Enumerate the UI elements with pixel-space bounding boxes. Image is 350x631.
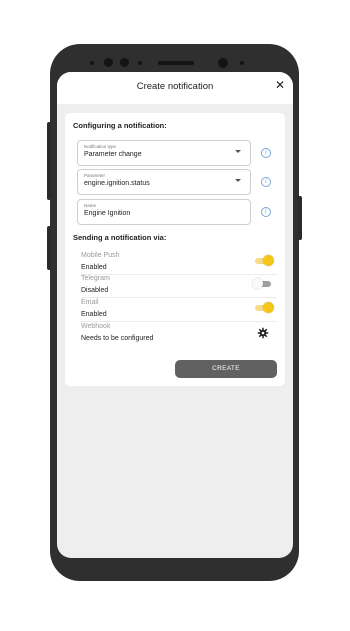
channel-status: Needs to be configured bbox=[81, 335, 154, 342]
phone-sensor-dot bbox=[90, 61, 94, 65]
field-value: Parameter change bbox=[84, 151, 142, 158]
close-icon[interactable]: ✕ bbox=[273, 78, 287, 92]
email-toggle[interactable] bbox=[255, 302, 274, 313]
field-value: Engine Ignition bbox=[84, 210, 131, 217]
sending-section-title: Sending a notification via: bbox=[73, 233, 167, 242]
chevron-down-icon bbox=[235, 179, 241, 182]
notification-type-select[interactable]: Notification type Parameter change bbox=[77, 140, 251, 166]
phone-camera bbox=[104, 58, 113, 67]
name-input[interactable]: Name Engine Ignition bbox=[77, 199, 251, 225]
field-label: Name bbox=[84, 203, 97, 208]
channel-mobile-push: Mobile Push Enabled bbox=[81, 252, 277, 275]
parameter-select[interactable]: Parameter engine.ignition.status bbox=[77, 169, 251, 195]
channel-status: Enabled bbox=[81, 311, 107, 318]
field-label: Parameter bbox=[84, 173, 106, 178]
phone-volume-button bbox=[47, 122, 51, 200]
phone-top-bar bbox=[90, 57, 258, 69]
channel-webhook: Webhook Needs to be configured bbox=[81, 323, 277, 345]
phone-camera bbox=[120, 58, 129, 67]
phone-side-button bbox=[47, 226, 51, 270]
field-value: engine.ignition.status bbox=[84, 180, 150, 187]
chevron-down-icon bbox=[235, 150, 241, 153]
phone-front-camera bbox=[218, 58, 228, 68]
phone-speaker bbox=[158, 61, 194, 65]
create-button[interactable]: CREATE bbox=[175, 360, 277, 378]
cog-icon[interactable] bbox=[257, 327, 269, 339]
channel-email: Email Enabled bbox=[81, 299, 277, 322]
telegram-toggle[interactable] bbox=[252, 278, 271, 289]
app-screen: Create notification ✕ Configuring a noti… bbox=[57, 72, 293, 558]
page-title: Create notification bbox=[136, 81, 214, 92]
notification-form-card: Configuring a notification: Notification… bbox=[65, 113, 285, 386]
toggle-knob bbox=[252, 278, 263, 289]
modal-header: Create notification ✕ bbox=[57, 72, 293, 104]
channel-name: Telegram bbox=[81, 275, 110, 282]
phone-sensor-dot bbox=[240, 61, 244, 65]
mobile-push-toggle[interactable] bbox=[255, 255, 274, 266]
configure-section-title: Configuring a notification: bbox=[73, 121, 167, 130]
info-icon[interactable]: i bbox=[261, 207, 271, 217]
field-label: Notification type bbox=[84, 144, 117, 149]
toggle-knob bbox=[263, 302, 274, 313]
channel-name: Mobile Push bbox=[81, 252, 120, 259]
channel-status: Disabled bbox=[81, 287, 109, 294]
channel-telegram: Telegram Disabled bbox=[81, 275, 277, 298]
info-icon[interactable]: i bbox=[261, 177, 271, 187]
phone-power-button bbox=[298, 196, 302, 240]
toggle-knob bbox=[263, 255, 274, 266]
info-icon[interactable]: i bbox=[261, 148, 271, 158]
channel-name: Webhook bbox=[81, 323, 111, 330]
channel-name: Email bbox=[81, 299, 99, 306]
channel-status: Enabled bbox=[81, 264, 107, 271]
phone-sensor-dot bbox=[138, 61, 142, 65]
